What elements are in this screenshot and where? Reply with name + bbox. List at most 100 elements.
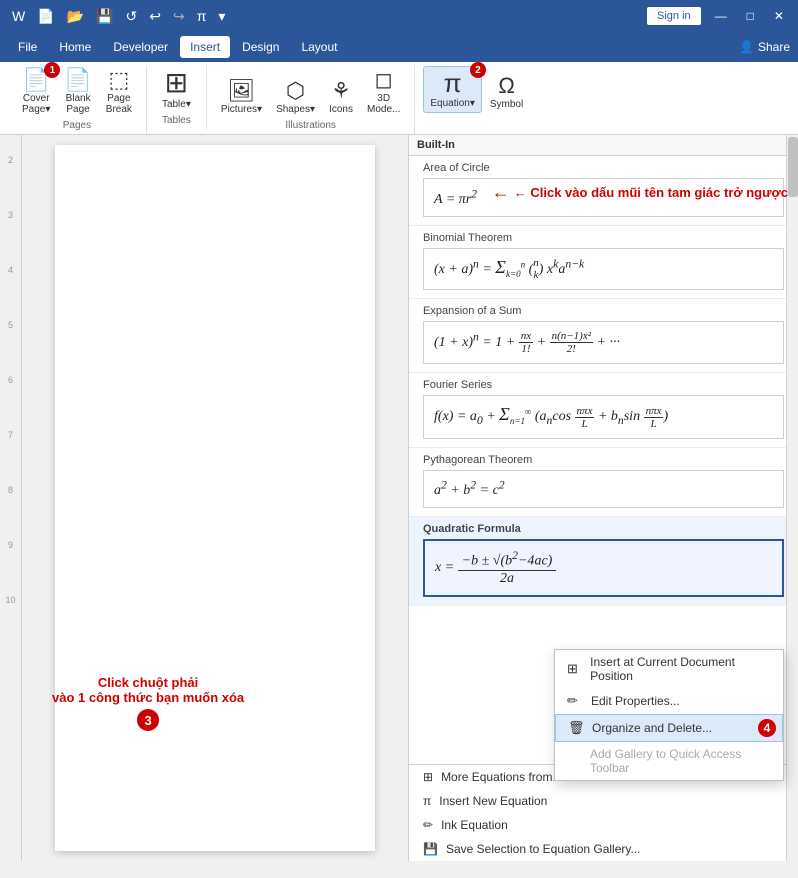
quadratic-formula: x = −b ± √(b2−4ac) 2a: [423, 539, 784, 597]
3d-models-icon: ◻: [375, 69, 393, 91]
panel-header: Built-In: [409, 135, 798, 156]
shapes-icon: ⬡: [286, 80, 305, 102]
ctx-organize-label: Organize and Delete...: [592, 721, 712, 735]
ruler-mark-10: 10: [5, 595, 15, 605]
blank-page-label: BlankPage: [66, 93, 91, 115]
ctx-edit-icon: ✏: [567, 693, 583, 709]
title-bar: W 📄 📂 💾 ↺ ↩ ↪ π ▾ Sign in — □ ✕: [0, 0, 798, 32]
maximize-button[interactable]: □: [741, 7, 760, 25]
table-button[interactable]: ⊞ Table▾: [156, 66, 197, 113]
icons-icon: ⚘: [331, 80, 351, 102]
insert-equation-icon: π: [423, 794, 431, 808]
pictures-button[interactable]: 🖼 Pictures▾: [215, 77, 268, 118]
ruler-mark-6: 6: [8, 375, 13, 385]
share-icon: 👤: [739, 40, 754, 54]
equation-wrapper: π Equation▾ 2: [423, 66, 482, 113]
ctx-organize-delete[interactable]: 🗑 Organize and Delete... 4: [555, 714, 783, 742]
minimize-button[interactable]: —: [709, 7, 733, 25]
main-area: 2 3 4 5 6 7 8 9 10 Click chuột phải vào …: [0, 135, 798, 861]
close-button[interactable]: ✕: [768, 7, 790, 25]
dropdown-icon[interactable]: ▾: [214, 6, 229, 27]
ribbon-group-tables: ⊞ Table▾ Tables: [147, 66, 207, 129]
cover-page-wrapper: 📄 CoverPage▾ 1: [16, 66, 56, 118]
save-selection-icon: 💾: [423, 842, 438, 856]
open-icon[interactable]: 📂: [63, 6, 88, 27]
ctx-organize-icon: 🗑: [568, 720, 584, 736]
equation-expansion-of-sum[interactable]: Expansion of a Sum (1 + x)n = 1 + nx 1! …: [409, 299, 798, 373]
panel-scrollbar[interactable]: [786, 135, 798, 861]
symbol-button[interactable]: Ω Symbol: [484, 72, 529, 113]
blank-page-button[interactable]: 📄 BlankPage: [58, 66, 97, 118]
ctx-insert-label: Insert at Current Document Position: [590, 655, 771, 683]
step3-badge: 3: [137, 709, 159, 731]
menu-home[interactable]: Home: [49, 36, 101, 58]
3d-models-button[interactable]: ◻ 3DMode...: [361, 66, 406, 118]
area-formula-math: A = πr2: [434, 192, 477, 207]
ctx-edit-label: Edit Properties...: [591, 694, 680, 708]
binomial-formula: (x + a)n = Σk=0n (nk) xkan−k: [423, 248, 784, 291]
table-label: Table▾: [162, 99, 191, 110]
illustrations-group-label: Illustrations: [285, 120, 336, 131]
save-icon[interactable]: 💾: [92, 6, 117, 27]
ribbon-group-illustrations: 🖼 Pictures▾ ⬡ Shapes▾ ⚘ Icons ◻ 3DMode..…: [207, 66, 415, 134]
share-button[interactable]: 👤 Share: [739, 40, 790, 54]
binomial-label: Binomial Theorem: [423, 232, 784, 244]
ruler-mark-9: 9: [8, 540, 13, 550]
panel-header-label: Built-In: [417, 139, 455, 151]
shapes-button[interactable]: ⬡ Shapes▾: [270, 77, 321, 118]
save-selection-item[interactable]: 💾 Save Selection to Equation Gallery...: [409, 837, 786, 861]
new-doc-icon[interactable]: 📄: [33, 6, 58, 27]
icons-label: Icons: [329, 104, 353, 115]
expansion-math: (1 + x)n = 1 + nx 1! + n(n−1)x² 2! + ···: [434, 335, 620, 350]
scroll-thumb[interactable]: [788, 137, 798, 197]
click-annotation-line2: vào 1 công thức bạn muốn xóa: [52, 690, 244, 705]
undo-icon[interactable]: ↩: [145, 6, 165, 27]
equation-fourier-series[interactable]: Fourier Series f(x) = a0 + Σn=1∞ (ancos …: [409, 373, 798, 447]
ctx-insert-position[interactable]: ⊞ Insert at Current Document Position: [555, 650, 783, 688]
insert-new-equation-item[interactable]: π Insert New Equation: [409, 789, 786, 813]
equation-label: Equation▾: [430, 98, 475, 109]
expansion-formula: (1 + x)n = 1 + nx 1! + n(n−1)x² 2! + ···: [423, 321, 784, 364]
quadratic-label: Quadratic Formula: [423, 523, 784, 535]
binomial-math: (x + a)n = Σk=0n (nk) xkan−k: [434, 262, 584, 277]
equation-pythagorean[interactable]: Pythagorean Theorem a2 + b2 = c2: [409, 448, 798, 518]
pythagorean-label: Pythagorean Theorem: [423, 454, 784, 466]
tables-buttons: ⊞ Table▾: [156, 66, 197, 113]
menu-developer[interactable]: Developer: [103, 36, 178, 58]
menu-layout[interactable]: Layout: [291, 36, 347, 58]
left-ruler: 2 3 4 5 6 7 8 9 10: [0, 135, 22, 861]
ruler-mark-7: 7: [8, 430, 13, 440]
app-window: W 📄 📂 💾 ↺ ↩ ↪ π ▾ Sign in — □ ✕ File Hom…: [0, 0, 798, 861]
ink-equation-icon: ✏: [423, 818, 433, 832]
ruler-mark-8: 8: [8, 485, 13, 495]
area-of-circle-label: Area of Circle: [423, 162, 784, 174]
ctx-edit-properties[interactable]: ✏ Edit Properties...: [555, 688, 783, 714]
equation-buttons: π Equation▾ 2 Ω Symbol: [423, 66, 529, 113]
expansion-label: Expansion of a Sum: [423, 305, 784, 317]
equation-quadratic[interactable]: Quadratic Formula x = −b ± √(b2−4ac) 2a: [409, 517, 798, 606]
callout-arrow-icon: ←: [492, 182, 510, 203]
ink-equation-item[interactable]: ✏ Ink Equation: [409, 813, 786, 837]
pages-buttons: 📄 CoverPage▾ 1 📄 BlankPage ⬚ PageBreak: [16, 66, 138, 118]
ribbon-group-pages: 📄 CoverPage▾ 1 📄 BlankPage ⬚ PageBreak P…: [8, 66, 147, 134]
share-label: Share: [758, 40, 790, 54]
equation-binomial-theorem[interactable]: Binomial Theorem (x + a)n = Σk=0n (nk) x…: [409, 226, 798, 300]
pythagorean-formula: a2 + b2 = c2: [423, 470, 784, 509]
tables-group-label: Tables: [162, 115, 191, 126]
menu-insert[interactable]: Insert: [180, 36, 230, 58]
page-break-label: PageBreak: [106, 93, 132, 115]
blank-page-icon: 📄: [64, 69, 91, 91]
quadratic-math: x = −b ± √(b2−4ac) 2a: [435, 560, 556, 575]
ruler-mark-3: 3: [8, 210, 13, 220]
ribbon: 📄 CoverPage▾ 1 📄 BlankPage ⬚ PageBreak P…: [0, 62, 798, 135]
menu-design[interactable]: Design: [232, 36, 289, 58]
pi-icon[interactable]: π: [193, 6, 211, 26]
ctx-gallery-label: Add Gallery to Quick Access Toolbar: [590, 747, 771, 775]
menu-file[interactable]: File: [8, 36, 47, 58]
cover-page-label: CoverPage▾: [22, 93, 50, 115]
pythagorean-math: a2 + b2 = c2: [434, 483, 505, 498]
signin-button[interactable]: Sign in: [647, 7, 701, 25]
autosave-icon[interactable]: ↺: [122, 6, 142, 27]
page-break-button[interactable]: ⬚ PageBreak: [100, 66, 138, 118]
icons-button[interactable]: ⚘ Icons: [323, 77, 359, 118]
